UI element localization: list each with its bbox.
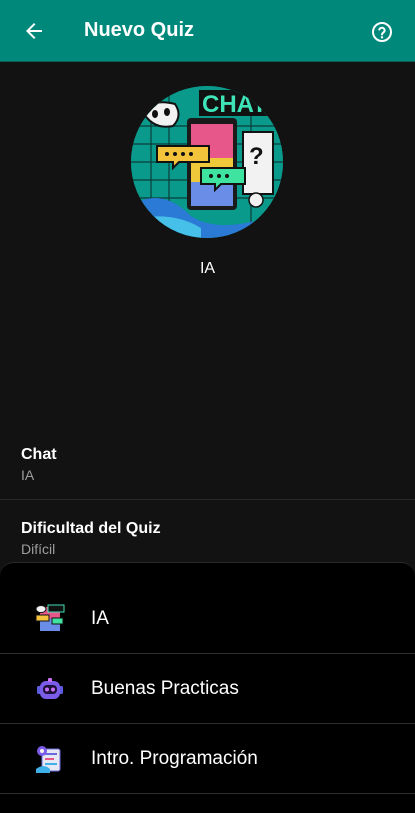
chat-field-value: IA <box>21 467 35 483</box>
sheet-item-label: IA <box>91 607 109 629</box>
page-title: Nuevo Quiz <box>84 19 195 41</box>
svg-text:?: ? <box>249 143 264 170</box>
robot-icon <box>37 677 63 699</box>
chat-word: CHAT <box>202 91 267 118</box>
difficulty-field-value: Difícil <box>21 541 56 557</box>
bottom-sheet: IA Buenas Practicas Intro. Programación <box>0 562 415 813</box>
avatar-name: IA <box>199 260 216 277</box>
chat-illustration: CHAT ? <box>131 86 283 238</box>
sheet-item-intro-programacion[interactable]: Intro. Programación <box>0 724 415 794</box>
difficulty-field[interactable]: Dificultad del Quiz Difícil <box>0 520 415 557</box>
difficulty-field-label: Dificultad del Quiz <box>21 520 161 537</box>
sheet-item-buenas-practicas[interactable]: Buenas Practicas <box>0 654 415 724</box>
avatar[interactable]: CHAT ? <box>131 86 283 238</box>
help-circle-icon[interactable] <box>370 20 394 44</box>
arrow-left-icon[interactable] <box>22 19 46 43</box>
chat-illustration-icon <box>35 604 65 631</box>
programming-icon <box>36 745 61 773</box>
chat-field-label: Chat <box>21 446 57 463</box>
sheet-item-label: Intro. Programación <box>91 747 258 769</box>
sheet-item-ia[interactable]: IA <box>0 584 415 654</box>
sheet-item-label: Buenas Practicas <box>91 677 239 699</box>
chat-field[interactable]: Chat IA <box>0 446 415 500</box>
app-bar: Nuevo Quiz <box>0 0 415 62</box>
